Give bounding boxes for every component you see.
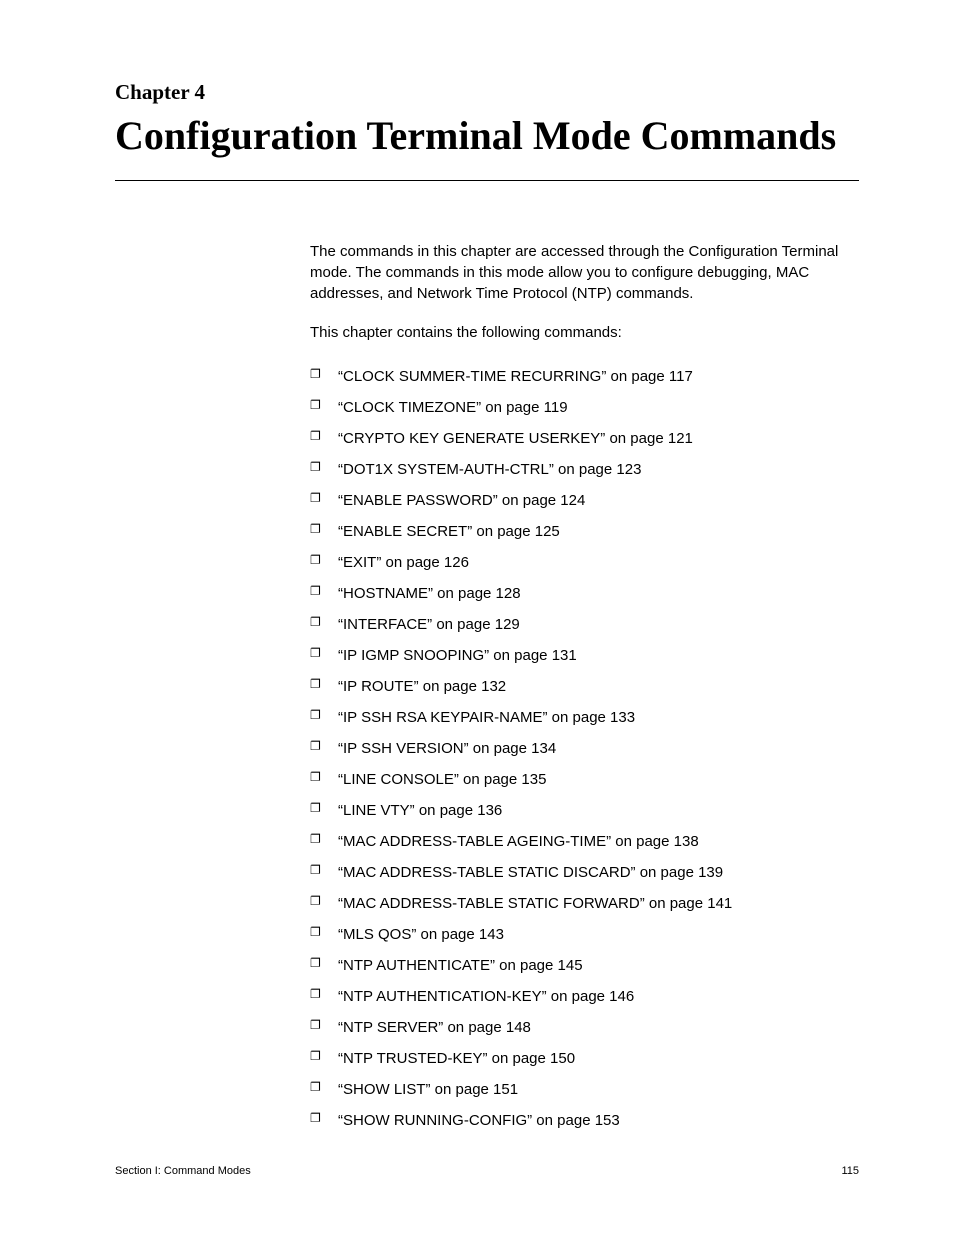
command-link[interactable]: “SHOW RUNNING-CONFIG” on page 153 bbox=[338, 1112, 620, 1129]
list-item: ❐ “LINE VTY” on page 136 bbox=[310, 795, 859, 826]
command-link[interactable]: “IP SSH VERSION” on page 134 bbox=[338, 740, 556, 757]
command-link[interactable]: “CRYPTO KEY GENERATE USERKEY” on page 12… bbox=[338, 430, 693, 447]
bullet-icon: ❐ bbox=[310, 986, 321, 1003]
command-link[interactable]: “IP ROUTE” on page 132 bbox=[338, 678, 506, 695]
bullet-icon: ❐ bbox=[310, 583, 321, 600]
intro-paragraph-1: The commands in this chapter are accesse… bbox=[310, 241, 859, 304]
command-link[interactable]: “MAC ADDRESS-TABLE AGEING-TIME” on page … bbox=[338, 833, 699, 850]
bullet-icon: ❐ bbox=[310, 645, 321, 662]
commands-list: ❐ “CLOCK SUMMER-TIME RECURRING” on page 1… bbox=[310, 361, 859, 1136]
command-link[interactable]: “HOSTNAME” on page 128 bbox=[338, 585, 521, 602]
command-link[interactable]: “INTERFACE” on page 129 bbox=[338, 616, 520, 633]
command-link[interactable]: “CLOCK SUMMER-TIME RECURRING” on page 11… bbox=[338, 368, 693, 385]
list-item: ❐ “NTP AUTHENTICATION-KEY” on page 146 bbox=[310, 981, 859, 1012]
chapter-title: Configuration Terminal Mode Commands bbox=[115, 110, 859, 181]
list-item: ❐ “IP IGMP SNOOPING” on page 131 bbox=[310, 640, 859, 671]
command-link[interactable]: “ENABLE SECRET” on page 125 bbox=[338, 523, 560, 540]
command-link[interactable]: “LINE CONSOLE” on page 135 bbox=[338, 771, 546, 788]
list-item: ❐ “MAC ADDRESS-TABLE AGEING-TIME” on page… bbox=[310, 826, 859, 857]
list-item: ❐ “HOSTNAME” on page 128 bbox=[310, 578, 859, 609]
list-item: ❐ “MLS QOS” on page 143 bbox=[310, 919, 859, 950]
list-item: ❐ “MAC ADDRESS-TABLE STATIC DISCARD” on p… bbox=[310, 857, 859, 888]
command-link[interactable]: “MAC ADDRESS-TABLE STATIC DISCARD” on pa… bbox=[338, 864, 723, 881]
bullet-icon: ❐ bbox=[310, 1017, 321, 1034]
command-link[interactable]: “NTP AUTHENTICATION-KEY” on page 146 bbox=[338, 988, 634, 1005]
bullet-icon: ❐ bbox=[310, 1048, 321, 1065]
bullet-icon: ❐ bbox=[310, 366, 321, 383]
command-link[interactable]: “EXIT” on page 126 bbox=[338, 554, 469, 571]
command-link[interactable]: “CLOCK TIMEZONE” on page 119 bbox=[338, 399, 568, 416]
list-item: ❐ “NTP TRUSTED-KEY” on page 150 bbox=[310, 1043, 859, 1074]
list-item: ❐ “DOT1X SYSTEM-AUTH-CTRL” on page 123 bbox=[310, 454, 859, 485]
command-link[interactable]: “NTP AUTHENTICATE” on page 145 bbox=[338, 957, 583, 974]
bullet-icon: ❐ bbox=[310, 769, 321, 786]
command-link[interactable]: “IP SSH RSA KEYPAIR-NAME” on page 133 bbox=[338, 709, 635, 726]
content-body: The commands in this chapter are accesse… bbox=[310, 241, 859, 1136]
list-item: ❐ “INTERFACE” on page 129 bbox=[310, 609, 859, 640]
bullet-icon: ❐ bbox=[310, 1110, 321, 1127]
list-item: ❐ “CRYPTO KEY GENERATE USERKEY” on page 1… bbox=[310, 423, 859, 454]
bullet-icon: ❐ bbox=[310, 800, 321, 817]
bullet-icon: ❐ bbox=[310, 831, 321, 848]
bullet-icon: ❐ bbox=[310, 707, 321, 724]
list-item: ❐ “ENABLE SECRET” on page 125 bbox=[310, 516, 859, 547]
command-link[interactable]: “LINE VTY” on page 136 bbox=[338, 802, 502, 819]
list-item: ❐ “NTP AUTHENTICATE” on page 145 bbox=[310, 950, 859, 981]
list-item: ❐ “ENABLE PASSWORD” on page 124 bbox=[310, 485, 859, 516]
bullet-icon: ❐ bbox=[310, 614, 321, 631]
list-item: ❐ “IP ROUTE” on page 132 bbox=[310, 671, 859, 702]
footer-section: Section I: Command Modes bbox=[115, 1165, 251, 1177]
command-link[interactable]: “MAC ADDRESS-TABLE STATIC FORWARD” on pa… bbox=[338, 895, 732, 912]
page-footer: Section I: Command Modes 115 bbox=[115, 1165, 859, 1177]
command-link[interactable]: “NTP SERVER” on page 148 bbox=[338, 1019, 531, 1036]
bullet-icon: ❐ bbox=[310, 676, 321, 693]
list-item: ❐ “SHOW RUNNING-CONFIG” on page 153 bbox=[310, 1105, 859, 1136]
intro-paragraph-2: This chapter contains the following comm… bbox=[310, 322, 859, 343]
command-link[interactable]: “NTP TRUSTED-KEY” on page 150 bbox=[338, 1050, 575, 1067]
bullet-icon: ❐ bbox=[310, 862, 321, 879]
list-item: ❐ “NTP SERVER” on page 148 bbox=[310, 1012, 859, 1043]
command-link[interactable]: “IP IGMP SNOOPING” on page 131 bbox=[338, 647, 577, 664]
footer-page-number: 115 bbox=[841, 1165, 859, 1177]
bullet-icon: ❐ bbox=[310, 552, 321, 569]
list-item: ❐ “EXIT” on page 126 bbox=[310, 547, 859, 578]
list-item: ❐ “CLOCK TIMEZONE” on page 119 bbox=[310, 392, 859, 423]
bullet-icon: ❐ bbox=[310, 738, 321, 755]
bullet-icon: ❐ bbox=[310, 428, 321, 445]
list-item: ❐ “IP SSH RSA KEYPAIR-NAME” on page 133 bbox=[310, 702, 859, 733]
list-item: ❐ “LINE CONSOLE” on page 135 bbox=[310, 764, 859, 795]
list-item: ❐ “SHOW LIST” on page 151 bbox=[310, 1074, 859, 1105]
command-link[interactable]: “MLS QOS” on page 143 bbox=[338, 926, 504, 943]
bullet-icon: ❐ bbox=[310, 893, 321, 910]
command-link[interactable]: “ENABLE PASSWORD” on page 124 bbox=[338, 492, 585, 509]
bullet-icon: ❐ bbox=[310, 397, 321, 414]
bullet-icon: ❐ bbox=[310, 955, 321, 972]
bullet-icon: ❐ bbox=[310, 459, 321, 476]
bullet-icon: ❐ bbox=[310, 521, 321, 538]
command-link[interactable]: “DOT1X SYSTEM-AUTH-CTRL” on page 123 bbox=[338, 461, 641, 478]
bullet-icon: ❐ bbox=[310, 1079, 321, 1096]
command-link[interactable]: “SHOW LIST” on page 151 bbox=[338, 1081, 518, 1098]
bullet-icon: ❐ bbox=[310, 490, 321, 507]
list-item: ❐ “CLOCK SUMMER-TIME RECURRING” on page 1… bbox=[310, 361, 859, 392]
list-item: ❐ “IP SSH VERSION” on page 134 bbox=[310, 733, 859, 764]
list-item: ❐ “MAC ADDRESS-TABLE STATIC FORWARD” on p… bbox=[310, 888, 859, 919]
bullet-icon: ❐ bbox=[310, 924, 321, 941]
chapter-label: Chapter 4 bbox=[115, 80, 859, 105]
